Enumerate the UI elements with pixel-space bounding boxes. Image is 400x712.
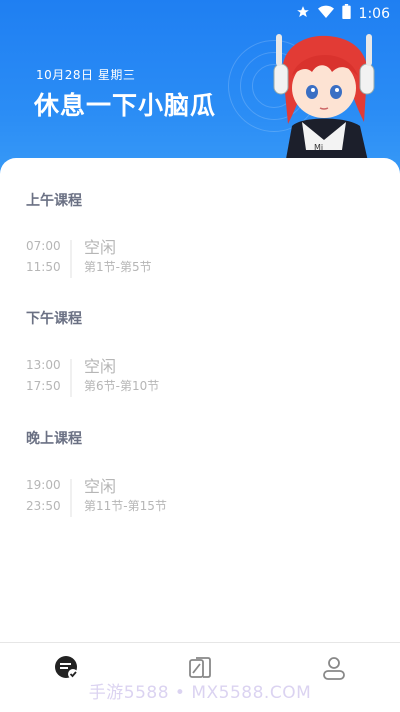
- section-title-evening: 晚上课程: [26, 431, 82, 447]
- section-title-morning: 上午课程: [26, 193, 82, 209]
- slot-periods: 第1节-第5节: [84, 260, 152, 274]
- course-slot-afternoon[interactable]: 13:00 17:50 空闲 第6节-第10节: [26, 355, 366, 403]
- slot-end-time: 23:50: [26, 499, 61, 513]
- schedule-panel: 上午课程 07:00 11:50 空闲 第1节-第5节 下午课程 13:00 1…: [0, 158, 400, 642]
- section-title-afternoon: 下午课程: [26, 311, 82, 327]
- star-icon: [296, 5, 310, 23]
- slot-start-time: 19:00: [26, 478, 61, 492]
- wifi-icon: [317, 5, 334, 23]
- slot-periods: 第11节-第15节: [84, 499, 167, 513]
- slot-status: 空闲: [84, 238, 117, 257]
- mascot-logo-text: Mi: [314, 143, 323, 152]
- slot-start-time: 07:00: [26, 239, 61, 253]
- mascot-illustration: Mi: [272, 34, 382, 170]
- page-title: 休息一下小脑瓜: [34, 91, 217, 120]
- slot-times: 07:00 11:50: [26, 236, 62, 278]
- status-time: 1:06: [358, 5, 390, 22]
- slot-divider: [70, 240, 72, 278]
- slot-status: 空闲: [84, 477, 117, 496]
- watermark-text: 手游5588 • MX5588.COM: [88, 683, 312, 703]
- slot-times: 13:00 17:50: [26, 355, 62, 397]
- battery-icon: [341, 4, 351, 23]
- slot-periods: 第6节-第10节: [84, 379, 160, 393]
- slot-end-time: 11:50: [26, 260, 61, 274]
- date-label: 10月28日 星期三: [36, 68, 136, 82]
- slot-status: 空闲: [84, 357, 117, 376]
- slot-divider: [70, 359, 72, 397]
- slot-divider: [70, 479, 72, 517]
- slot-end-time: 17:50: [26, 379, 61, 393]
- course-slot-evening[interactable]: 19:00 23:50 空闲 第11节-第15节: [26, 475, 366, 523]
- slot-times: 19:00 23:50: [26, 475, 62, 517]
- status-bar: 1:06: [0, 0, 400, 26]
- course-slot-morning[interactable]: 07:00 11:50 空闲 第1节-第5节: [26, 236, 366, 284]
- slot-start-time: 13:00: [26, 358, 61, 372]
